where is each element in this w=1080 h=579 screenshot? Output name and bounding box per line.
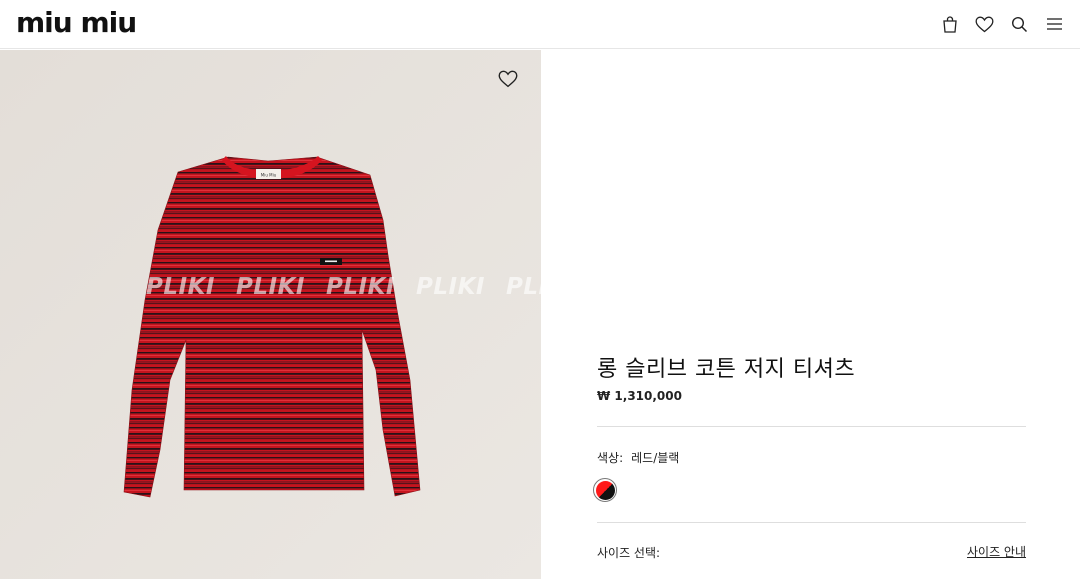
divider [597, 426, 1026, 427]
product-info-panel: 롱 슬리브 코튼 저지 티셔츠 ₩ 1,310,000 색상: 레드/블랙 사이즈… [541, 50, 1080, 579]
size-guide-link[interactable]: 사이즈 안내 [967, 543, 1026, 560]
brand-logo[interactable]: miu miu [16, 9, 146, 39]
site-header: miu miu [0, 0, 1080, 49]
menu-icon[interactable] [1043, 13, 1066, 36]
product-image-panel[interactable]: Miu Miu PLIKI PLIKI PLIKI PLIKI PLIKI [0, 50, 541, 579]
heart-icon[interactable] [973, 13, 996, 36]
brand-logo-text: miu miu [16, 9, 136, 39]
color-separator: : [619, 451, 624, 465]
product-price: ₩ 1,310,000 [597, 389, 682, 403]
color-swatch-red-black[interactable] [593, 478, 617, 502]
color-swatch-fill [595, 480, 615, 500]
divider [597, 522, 1026, 523]
search-icon[interactable] [1008, 13, 1031, 36]
color-label: 색상 [597, 451, 620, 465]
header-actions [938, 12, 1066, 36]
product-image: Miu Miu [0, 50, 541, 579]
shirt-neck-label-text: Miu Miu [261, 173, 277, 178]
color-value: 레드/블랙 [631, 451, 680, 465]
bag-icon[interactable] [938, 13, 961, 36]
size-select-label: 사이즈 선택: [597, 546, 661, 560]
product-title: 롱 슬리브 코튼 저지 티셔츠 [597, 357, 856, 382]
wishlist-heart-icon[interactable] [498, 70, 522, 92]
color-info: 색상: 레드/블랙 [597, 449, 679, 466]
